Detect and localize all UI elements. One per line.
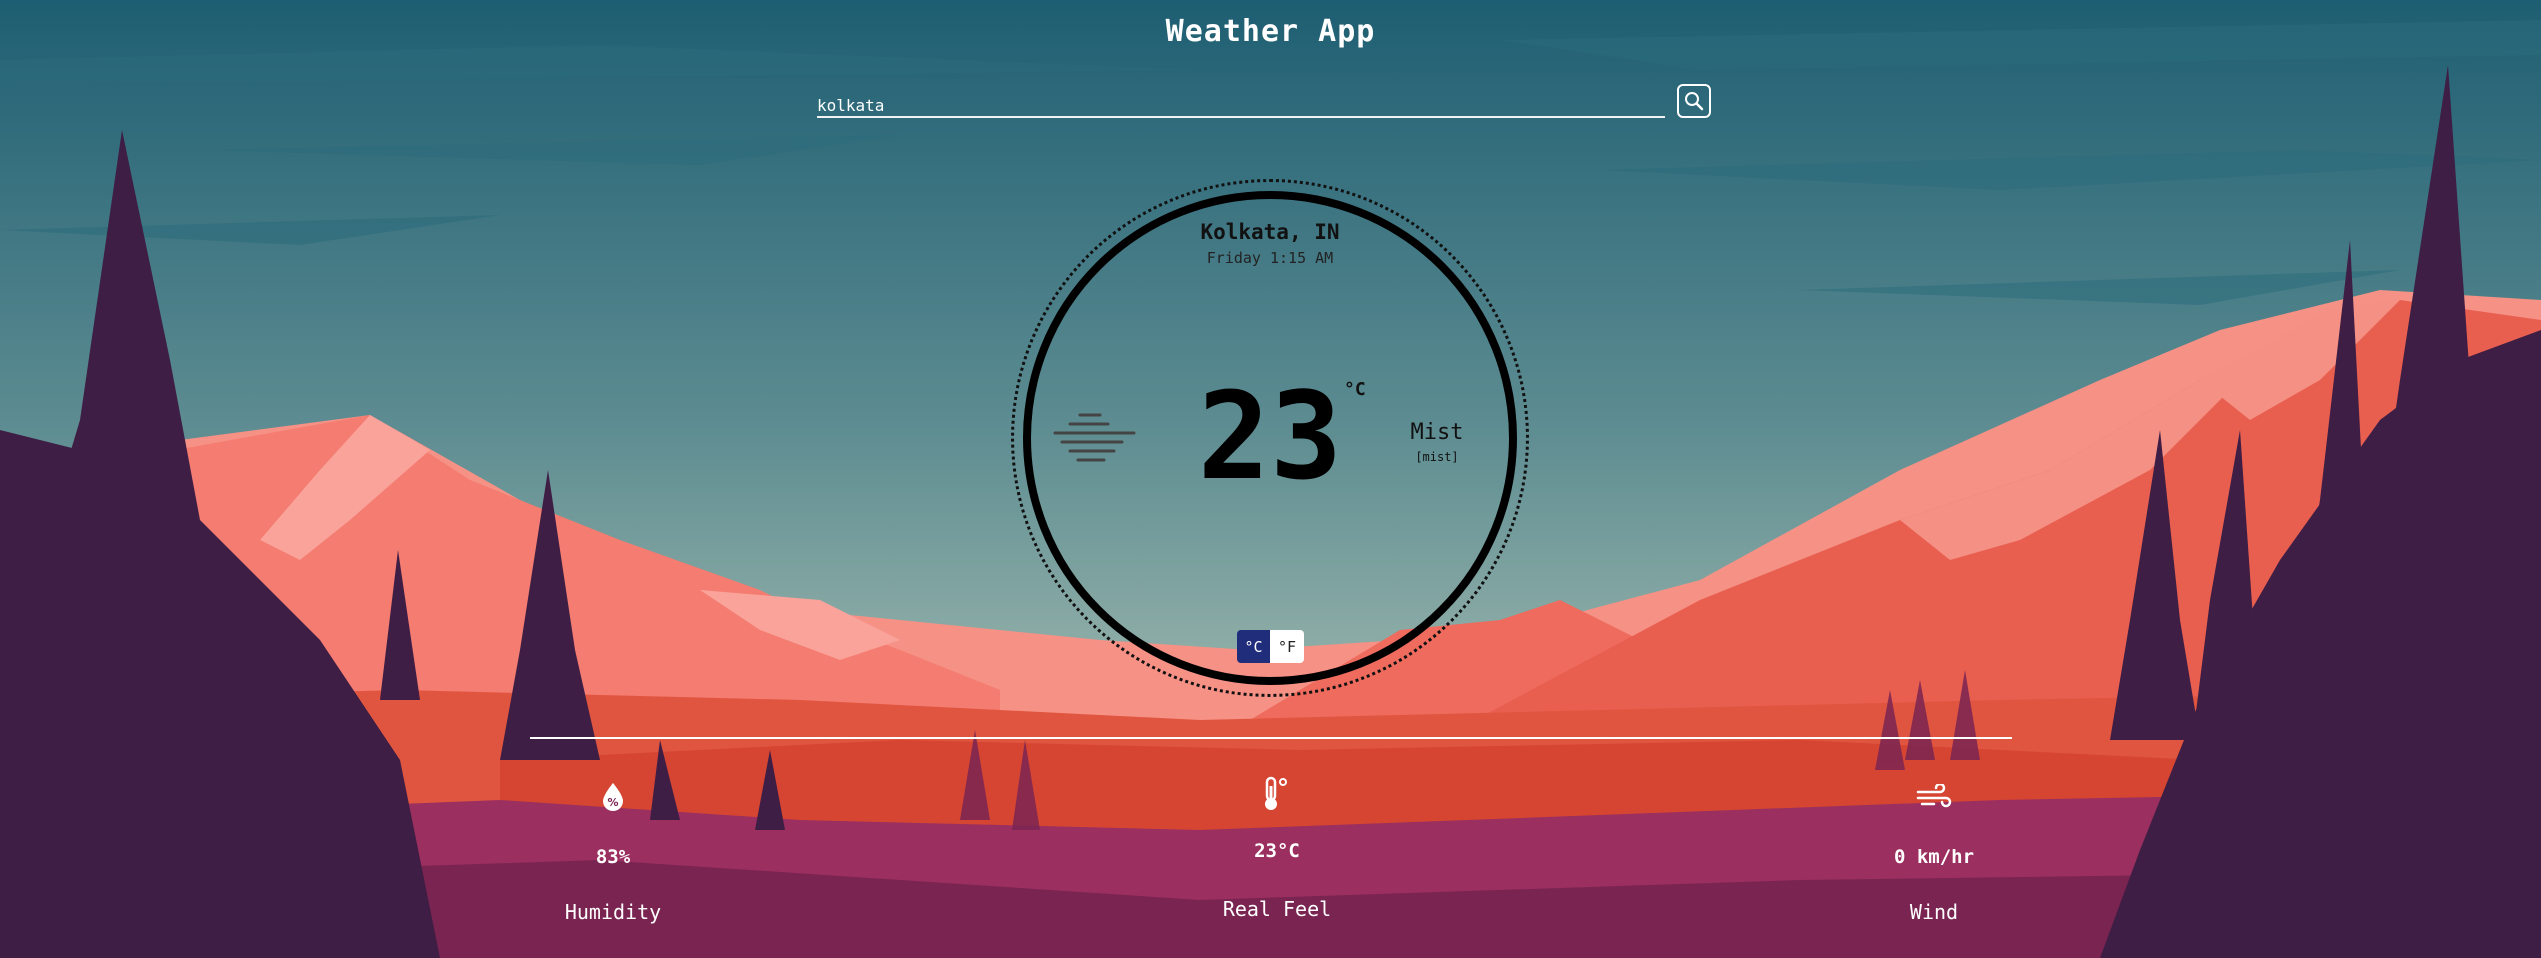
temperature-value: 23 xyxy=(1197,368,1343,507)
app-title: Weather App xyxy=(1165,14,1376,49)
search-input[interactable] xyxy=(817,88,1665,118)
thermometer-icon xyxy=(1246,776,1306,812)
search-bar xyxy=(817,88,1665,122)
svg-text:%: % xyxy=(607,796,618,809)
humidity-label: Humidity xyxy=(564,900,662,924)
temperature-unit: °C xyxy=(1344,379,1366,400)
fahrenheit-toggle[interactable]: °F xyxy=(1270,630,1304,663)
mist-icon xyxy=(1050,410,1140,474)
unit-toggle: °C °F xyxy=(1237,630,1304,663)
wind-icon xyxy=(1904,784,1964,808)
celsius-toggle[interactable]: °C xyxy=(1237,630,1270,663)
search-icon xyxy=(1685,92,1704,111)
humidity-value: 83% xyxy=(595,846,631,868)
city-name: Kolkata, IN xyxy=(1200,220,1340,244)
search-button[interactable] xyxy=(1677,84,1711,118)
real-feel-value: 23°C xyxy=(1254,840,1300,862)
condition-text: Mist xyxy=(1410,420,1464,445)
humidity-icon: % xyxy=(583,782,643,812)
wind-value: 0 km/hr xyxy=(1893,846,1975,868)
divider xyxy=(530,737,2012,739)
real-feel-label: Real Feel xyxy=(1222,897,1332,921)
condition-detail: [mist] xyxy=(1415,450,1459,464)
wind-label: Wind xyxy=(1909,900,1959,924)
date-time: Friday 1:15 AM xyxy=(1206,249,1334,267)
